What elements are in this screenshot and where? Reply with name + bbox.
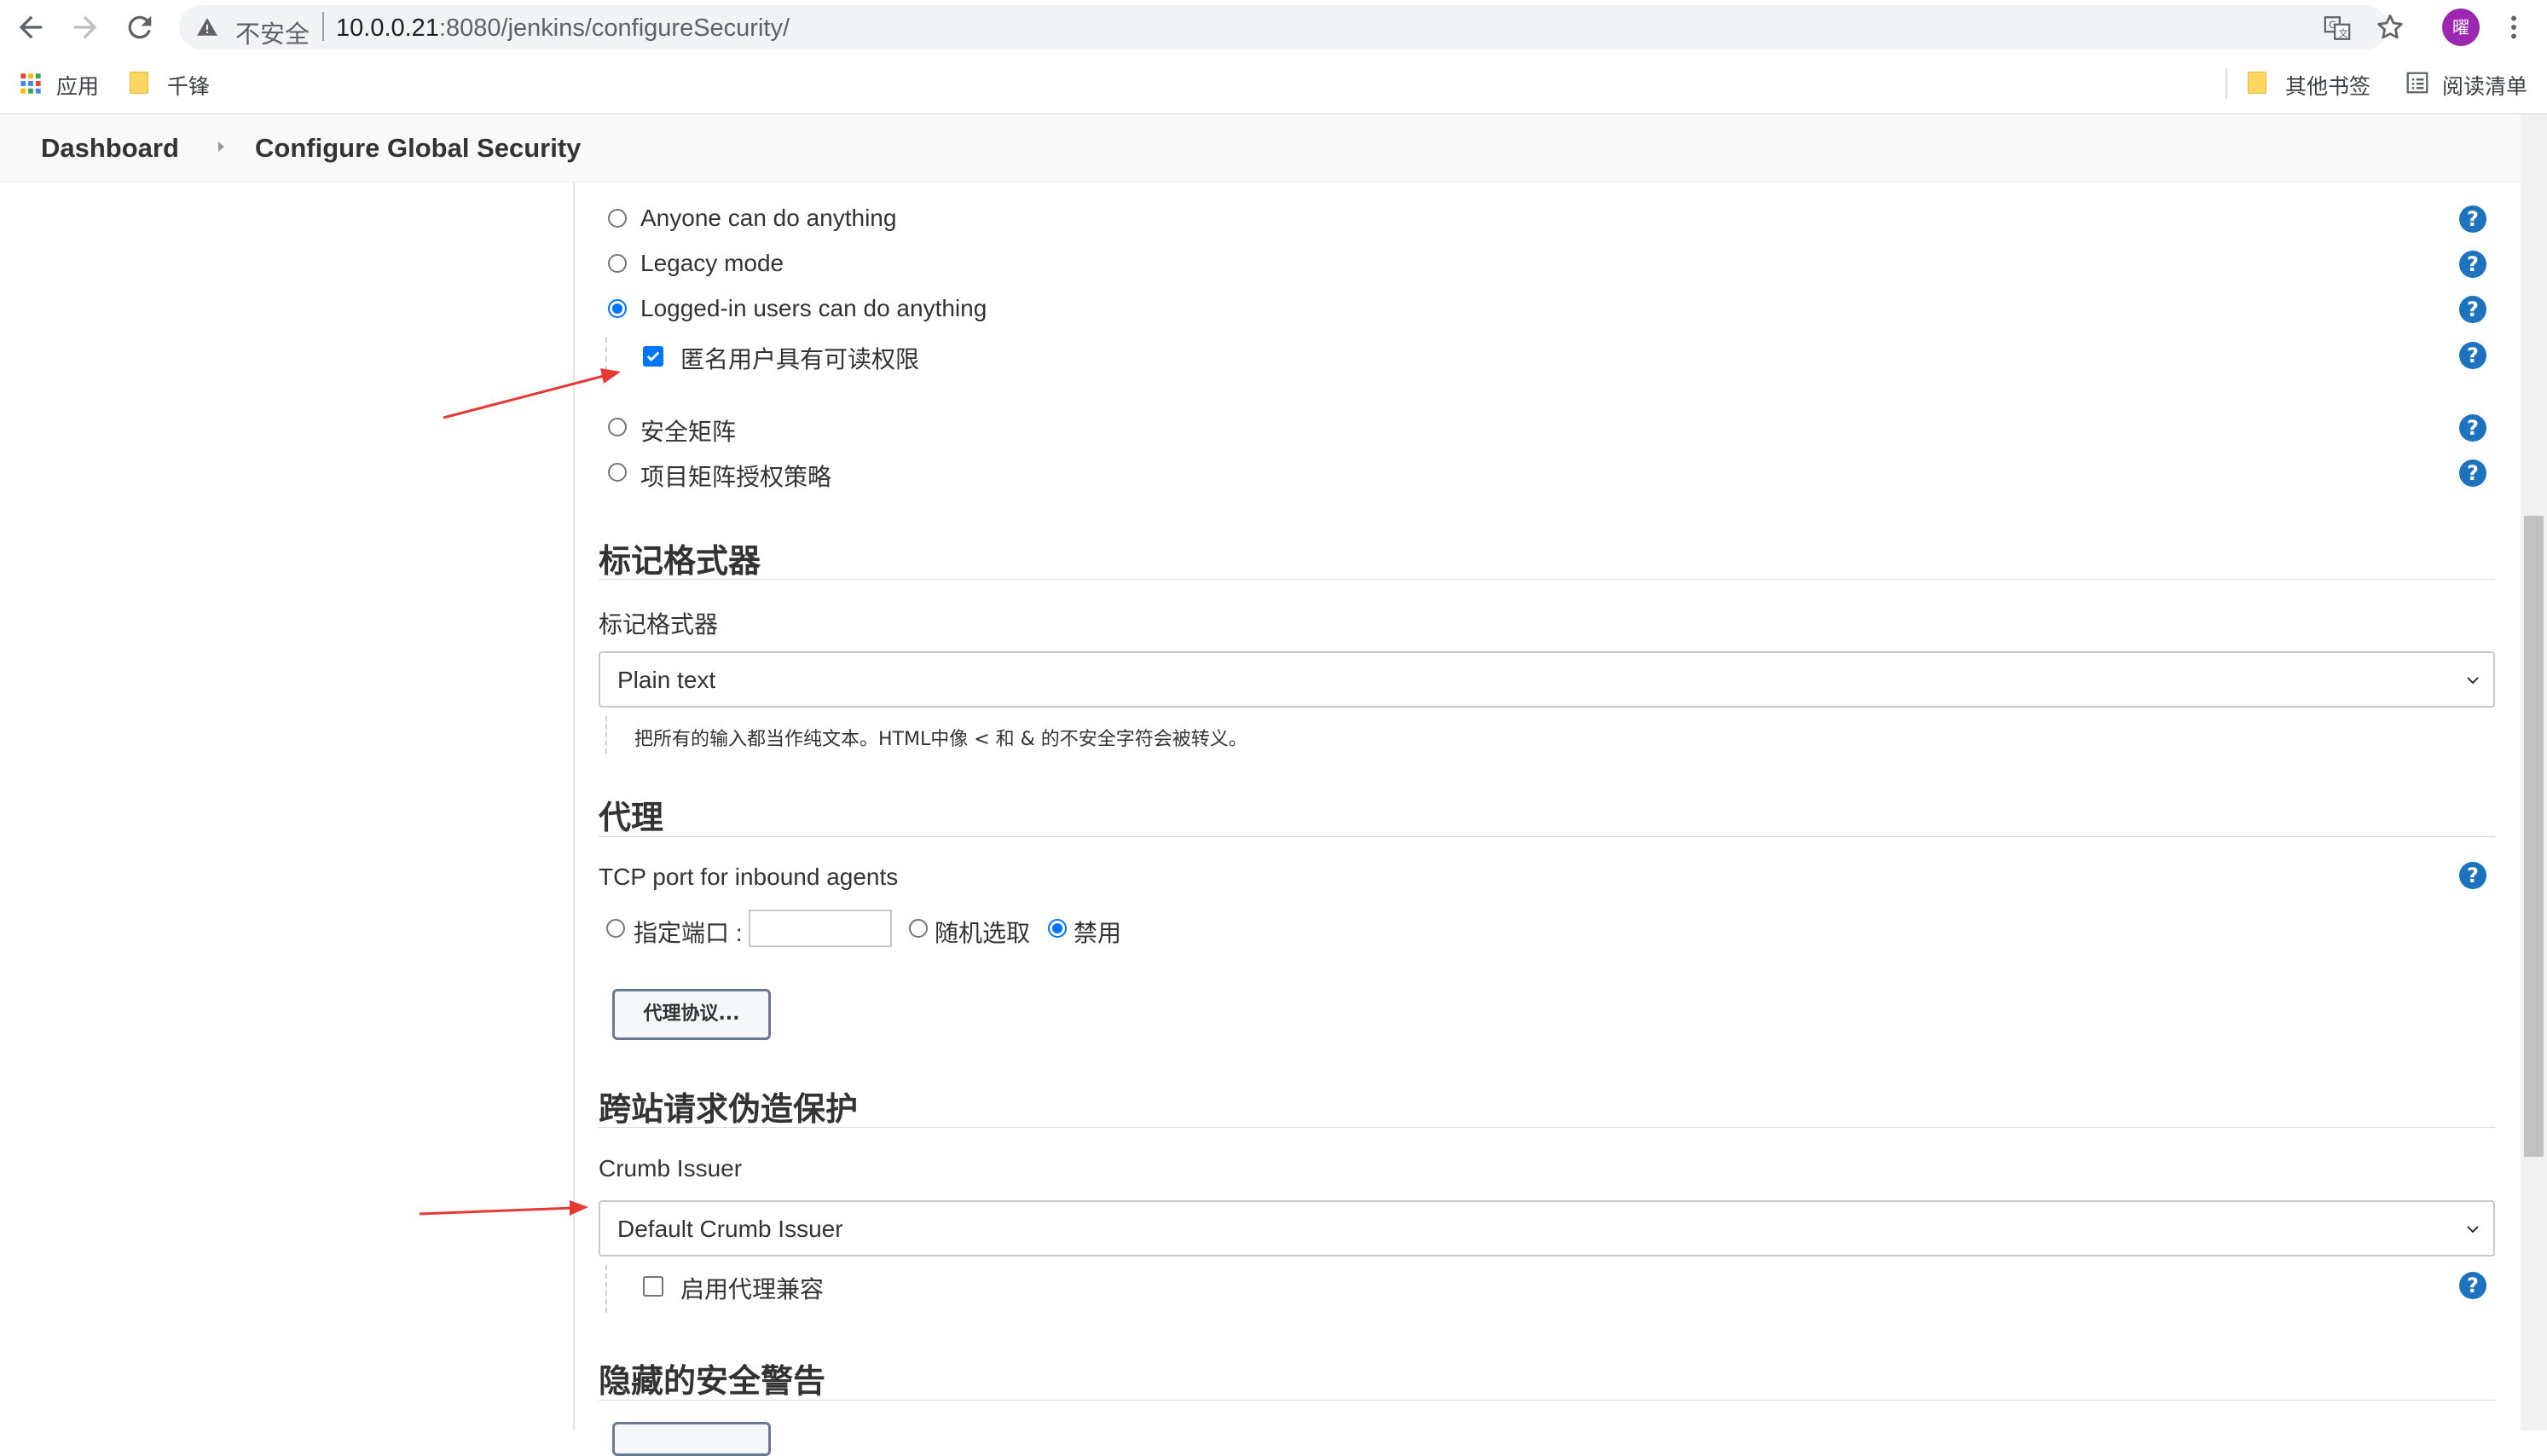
url-host: 10.0.0.21 [336,14,439,42]
chevron-down-icon [2467,677,2479,685]
label-disable-port[interactable]: 禁用 [1074,915,1121,949]
svg-text:文: 文 [2338,27,2347,39]
annotation-arrow [443,368,621,419]
url-text: 10.0.0.21:8080/jenkins/configureSecurity… [336,14,790,43]
more-menu-icon[interactable] [2504,12,2524,43]
label-anonymous-read[interactable]: 匿名用户具有可读权限 [680,341,919,375]
bookmark-other[interactable]: 其他书签 [2285,70,2370,101]
radio-project-matrix[interactable] [608,463,627,482]
radio-random-port[interactable] [909,919,928,938]
folder-icon [2248,72,2266,94]
tcp-port-label: TCP port for inbound agents [599,864,899,890]
forward-arrow-icon[interactable] [68,10,102,44]
label-fixed-port[interactable]: 指定端口 : [634,915,743,949]
folder-icon [130,72,148,94]
reading-list-icon[interactable] [2405,70,2430,95]
help-icon[interactable]: ? [2459,862,2486,889]
section-divider [599,1127,2495,1128]
bookmark-star-icon[interactable] [2375,12,2405,43]
markup-formatter-value: Plain text [617,667,716,693]
annotation-arrow [419,1200,588,1216]
reload-icon[interactable] [123,10,157,44]
agent-protocols-button[interactable]: 代理协议... [612,989,771,1040]
radio-disable-port[interactable] [1048,919,1067,938]
section-title-markup: 标记格式器 [599,542,761,580]
url-path: :8080/jenkins/configureSecurity/ [438,14,790,42]
help-icon[interactable]: ? [2459,1272,2486,1299]
label-anyone[interactable]: Anyone can do anything [640,205,896,232]
section-divider [599,836,2495,837]
breadcrumb: Dashboard Configure Global Security [0,114,2547,182]
radio-security-matrix[interactable] [608,418,627,436]
label-legacy[interactable]: Legacy mode [640,250,784,277]
svg-text:G: G [2329,19,2336,31]
bookmark-qianfeng[interactable]: 千锋 [167,70,210,101]
warning-icon [197,18,217,36]
bookmarks-divider [2226,68,2227,99]
label-project-matrix[interactable]: 项目矩阵授权策略 [640,459,831,493]
help-icon[interactable]: ? [2459,205,2486,233]
label-logged-in[interactable]: Logged-in users can do anything [640,295,987,322]
description-guide [605,716,607,754]
apps-grid-icon[interactable] [19,72,43,95]
markup-formatter-select[interactable]: Plain text [599,651,2495,708]
label-security-matrix[interactable]: 安全矩阵 [640,413,736,448]
fixed-port-input[interactable] [749,910,892,947]
checkbox-proxy-compat[interactable] [643,1276,663,1297]
markup-field-label: 标记格式器 [599,611,719,638]
nested-option-guide [605,1265,607,1313]
sidebar-divider [573,182,575,1430]
scrollbar-thumb[interactable] [2524,516,2544,1157]
hidden-warnings-button[interactable] [612,1422,771,1456]
bookmarks-bar: 应用 千锋 其他书签 阅读清单 [0,55,2547,114]
bookmark-reading-list[interactable]: 阅读清单 [2442,70,2527,101]
crumb-issuer-select[interactable]: Default Crumb Issuer [599,1200,2495,1257]
radio-fixed-port[interactable] [606,919,625,938]
section-divider [599,579,2495,580]
crumb-issuer-value: Default Crumb Issuer [617,1216,843,1242]
checkbox-anonymous-read[interactable] [643,346,663,367]
help-icon[interactable]: ? [2459,414,2486,442]
breadcrumb-chevron-icon[interactable] [218,142,224,152]
profile-avatar[interactable]: 曜 [2442,9,2480,46]
label-proxy-compat[interactable]: 启用代理兼容 [680,1271,824,1305]
help-icon[interactable]: ? [2459,459,2486,487]
help-icon[interactable]: ? [2459,251,2486,278]
label-random-port[interactable]: 随机选取 [935,915,1030,949]
nested-option-guide [605,338,607,380]
markup-description: 把所有的输入都当作纯文本。HTML中像 < 和 & 的不安全字符会被转义。 [634,729,1247,750]
address-bar[interactable]: 不安全 10.0.0.21:8080/jenkins/configureSecu… [179,5,2388,49]
section-title-hidden-warnings: 隐藏的安全警告 [599,1362,826,1400]
section-title-csrf: 跨站请求伪造保护 [599,1090,859,1128]
radio-legacy[interactable] [608,254,627,273]
help-icon[interactable]: ? [2459,342,2486,369]
omnibox-separator [322,12,324,41]
back-arrow-icon[interactable] [14,10,48,44]
crumb-issuer-label: Crumb Issuer [599,1155,743,1182]
translate-icon[interactable]: G 文 [2323,14,2352,43]
breadcrumb-dashboard[interactable]: Dashboard [41,133,179,164]
help-icon[interactable]: ? [2459,296,2486,323]
security-label: 不安全 [235,21,310,49]
radio-logged-in[interactable] [608,299,627,318]
chevron-down-icon [2467,1226,2479,1234]
breadcrumb-current[interactable]: Configure Global Security [255,133,581,164]
radio-anyone[interactable] [608,209,627,228]
browser-toolbar: 不安全 10.0.0.21:8080/jenkins/configureSecu… [0,0,2547,55]
section-title-agents: 代理 [599,799,664,836]
section-divider [599,1400,2495,1401]
bookmark-apps[interactable]: 应用 [56,70,99,101]
